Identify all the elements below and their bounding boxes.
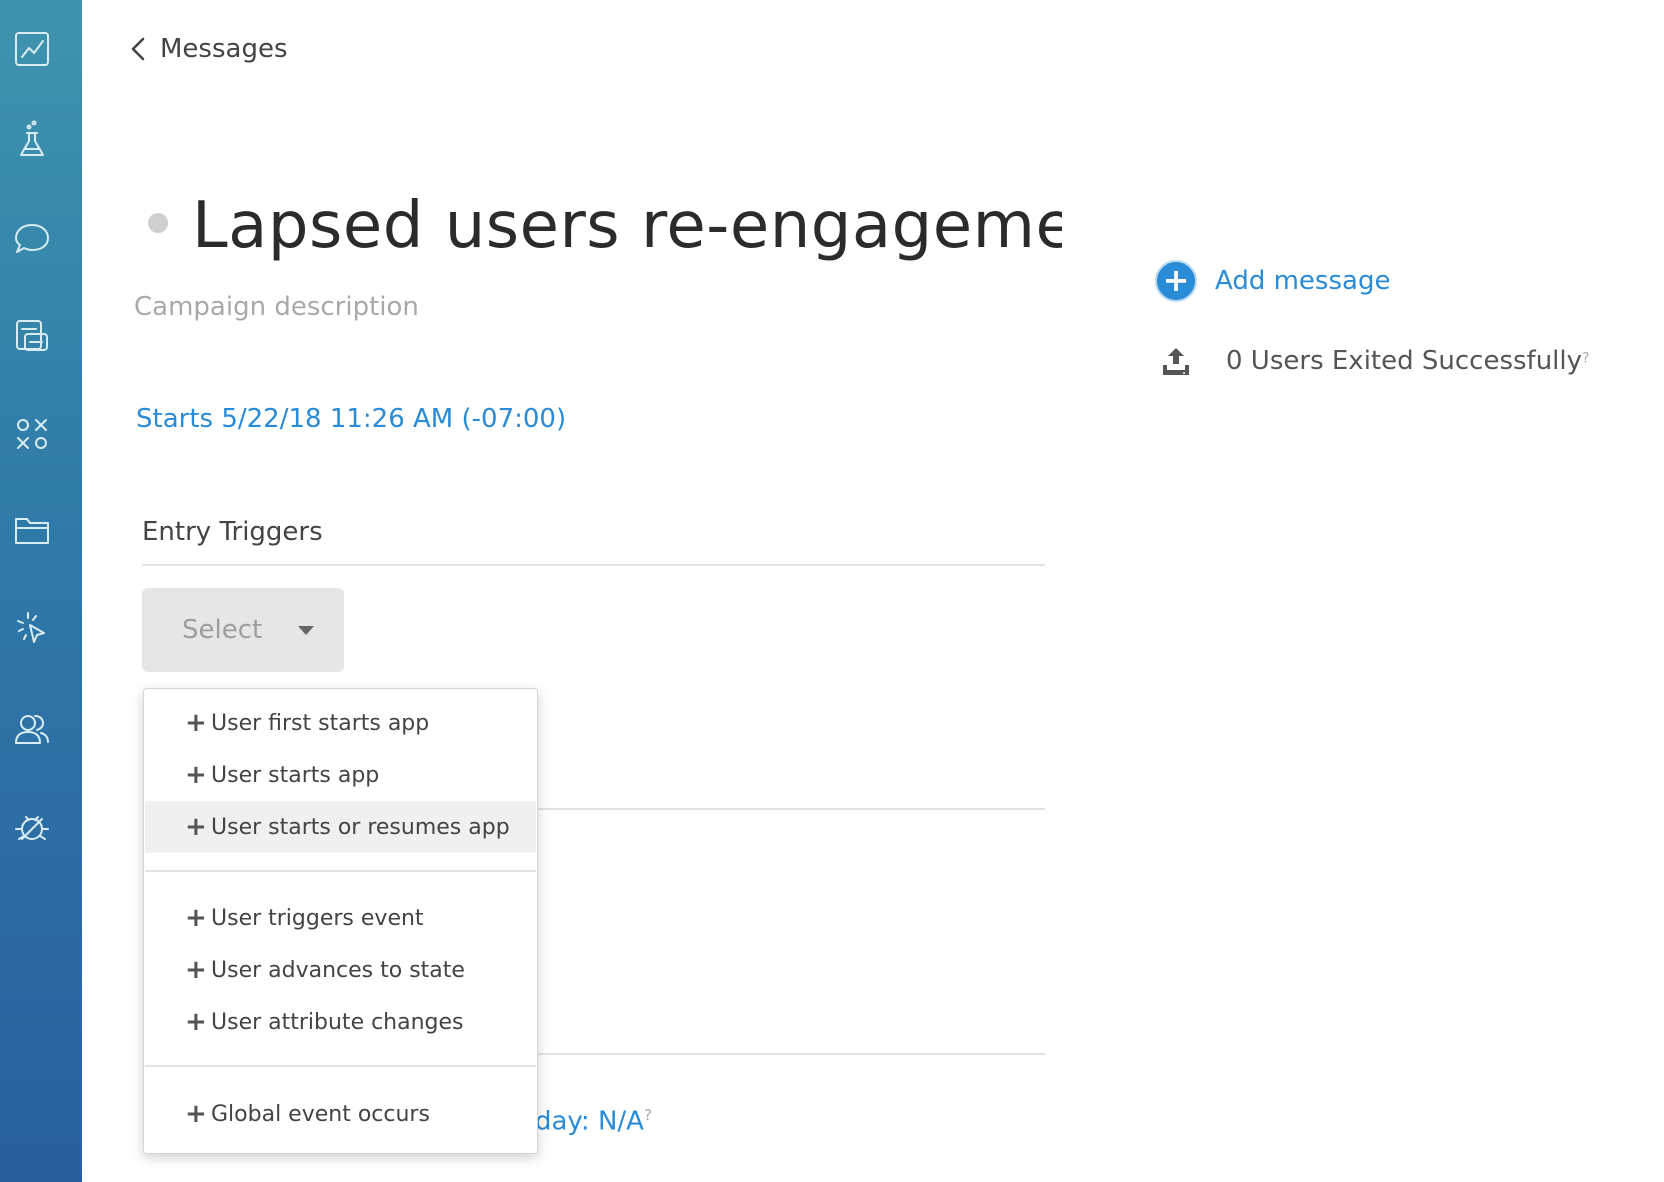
- plus-circle-icon: +: [1155, 260, 1197, 302]
- trigger-select-button[interactable]: Select: [142, 588, 344, 672]
- campaign-title[interactable]: Lapsed users re-engagement: [192, 180, 1062, 272]
- menu-item-label: User triggers event: [211, 905, 424, 931]
- divider: [142, 564, 1045, 566]
- plus-icon: +: [185, 1099, 207, 1129]
- menu-divider: [145, 870, 536, 872]
- analytics-icon[interactable]: [8, 25, 56, 73]
- users-icon[interactable]: [8, 705, 56, 753]
- users-exited-label: 0 Users Exited Successfully: [1226, 346, 1583, 376]
- layers-icon[interactable]: [8, 312, 56, 360]
- start-time-link[interactable]: Starts 5/22/18 11:26 AM (-07:00): [136, 404, 566, 434]
- menu-item-user-starts-or-resumes-app[interactable]: + User starts or resumes app: [145, 801, 536, 853]
- users-exited-stat: 0 Users Exited Successfully?: [1160, 345, 1589, 377]
- menu-item-user-first-starts-app[interactable]: + User first starts app: [145, 697, 536, 749]
- menu-item-label: Global event occurs: [211, 1101, 430, 1127]
- folder-icon[interactable]: [8, 505, 56, 553]
- plus-icon: +: [185, 760, 207, 790]
- plus-icon: +: [185, 708, 207, 738]
- back-label: Messages: [160, 34, 288, 64]
- click-pointer-icon[interactable]: [8, 605, 56, 653]
- divider: [538, 808, 1045, 810]
- plus-icon: +: [185, 903, 207, 933]
- menu-item-user-starts-app[interactable]: + User starts app: [145, 749, 536, 801]
- sidebar: [0, 0, 82, 1182]
- add-message-label: Add message: [1215, 266, 1391, 296]
- plus-icon: +: [185, 955, 207, 985]
- plus-icon: +: [185, 812, 207, 842]
- status-dot: [148, 213, 168, 233]
- variables-icon[interactable]: [8, 410, 56, 458]
- menu-item-label: User attribute changes: [211, 1009, 464, 1035]
- menu-item-user-attribute-changes[interactable]: + User attribute changes: [145, 996, 536, 1048]
- divider: [538, 1053, 1045, 1055]
- chat-bubble-icon[interactable]: [8, 215, 56, 263]
- menu-item-label: User starts app: [211, 762, 380, 788]
- help-mark[interactable]: ?: [1582, 351, 1589, 367]
- title-wrap: Lapsed users re-engagement: [192, 180, 1062, 272]
- campaign-description[interactable]: Campaign description: [134, 292, 419, 322]
- upload-icon: [1163, 348, 1189, 375]
- trigger-dropdown-menu: + User first starts app + User starts ap…: [143, 688, 538, 1154]
- menu-item-label: User first starts app: [211, 710, 430, 736]
- bug-icon[interactable]: [8, 803, 56, 851]
- chevron-left-icon: [131, 37, 145, 61]
- menu-item-user-advances-to-state[interactable]: + User advances to state: [145, 944, 536, 996]
- caret-down-icon: [298, 625, 315, 635]
- plus-icon: +: [185, 1007, 207, 1037]
- menu-item-label: User advances to state: [211, 957, 465, 983]
- help-mark[interactable]: ?: [644, 1106, 652, 1124]
- back-link[interactable]: Messages: [130, 34, 288, 64]
- entry-triggers-label: Entry Triggers: [142, 517, 323, 547]
- select-label: Select: [182, 615, 263, 645]
- menu-divider: [145, 1065, 536, 1067]
- menu-item-label: User starts or resumes app: [211, 814, 510, 840]
- add-message-button[interactable]: + Add message: [1155, 260, 1390, 302]
- flask-icon[interactable]: [8, 115, 56, 163]
- menu-item-global-event-occurs[interactable]: + Global event occurs: [145, 1088, 536, 1140]
- menu-item-user-triggers-event[interactable]: + User triggers event: [145, 892, 536, 944]
- partially-hidden-link-text: day: N/A: [535, 1106, 644, 1137]
- partially-hidden-link[interactable]: day: N/A?: [535, 1106, 652, 1137]
